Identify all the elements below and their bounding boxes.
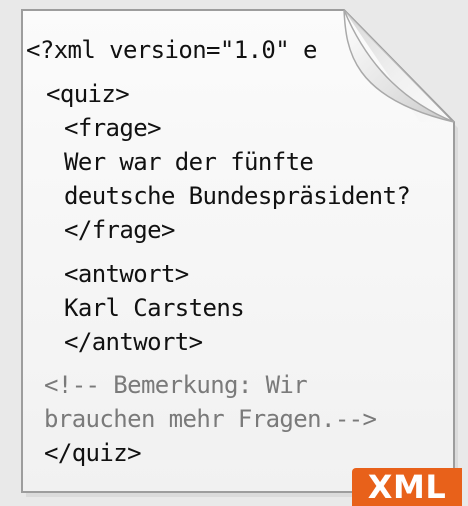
code-line-quiz-close: </quiz> [44, 439, 141, 467]
code-line-question-2: deutsche Bundespräsident? [64, 182, 411, 210]
code-line-answer: Karl Carstens [64, 294, 245, 322]
code-line-frage-open: <frage> [64, 114, 161, 142]
code-line-xml-declaration: <?xml version="1.0" e [26, 36, 317, 64]
code-line-comment-2: brauchen mehr Fragen.--> [44, 405, 377, 433]
code-line-antwort-open: <antwort> [64, 260, 189, 288]
code-line-frage-close: </frage> [64, 216, 175, 244]
code-line-quiz-open: <quiz> [46, 80, 130, 108]
xml-badge: XML [352, 468, 462, 506]
code-line-antwort-close: </antwort> [64, 328, 203, 356]
code-line-question-1: Wer war der fünfte [64, 148, 314, 176]
code-line-comment-1: <!-- Bemerkung: Wir [44, 371, 308, 399]
document-icon: <?xml version="1.0" e <quiz> <frage> Wer… [0, 0, 468, 506]
xml-code-block: <?xml version="1.0" e <quiz> <frage> Wer… [0, 0, 468, 506]
